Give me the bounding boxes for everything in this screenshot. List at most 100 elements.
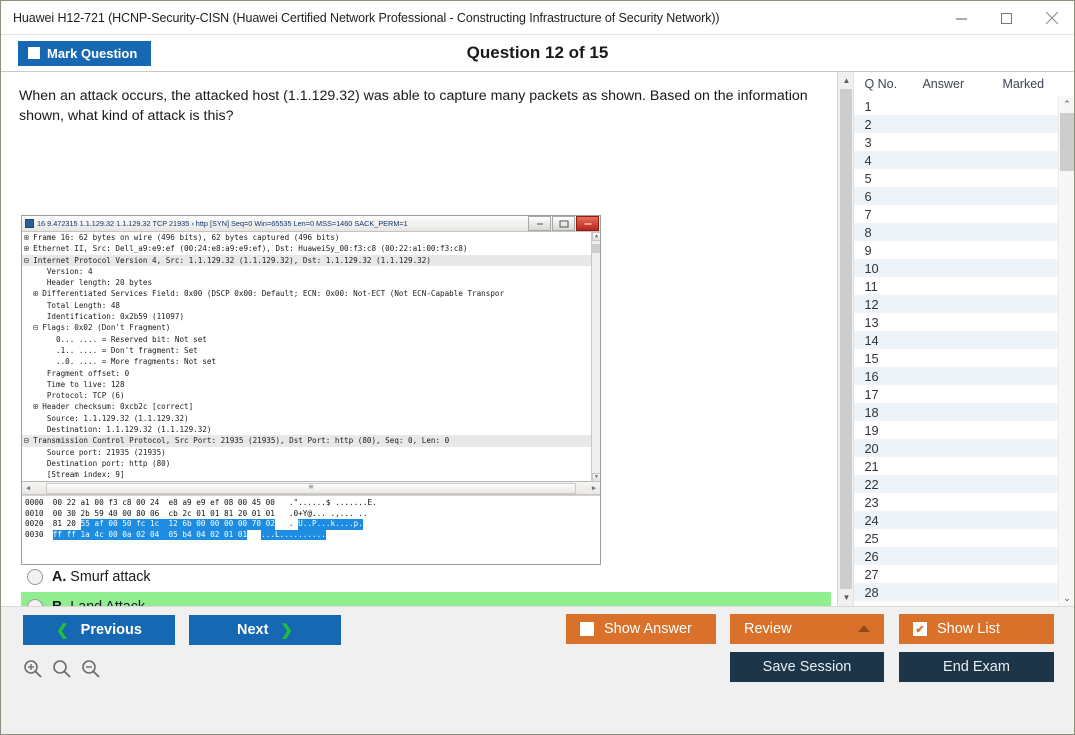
question-list-row[interactable]: 20 bbox=[854, 439, 1058, 457]
question-number: 6 bbox=[864, 189, 918, 204]
question-number: 10 bbox=[864, 261, 918, 276]
question-list-header: Q No. Answer Marked bbox=[854, 72, 1074, 96]
question-list-row[interactable]: 26 bbox=[854, 547, 1058, 565]
question-list-row[interactable]: 13 bbox=[854, 313, 1058, 331]
question-number: 18 bbox=[864, 405, 918, 420]
show-answer-checkbox-icon[interactable] bbox=[580, 622, 594, 636]
question-pane: When an attack occurs, the attacked host… bbox=[1, 72, 837, 606]
scroll-down-icon: ▼ bbox=[592, 473, 601, 482]
save-session-label: Save Session bbox=[763, 659, 852, 675]
body-area: When an attack occurs, the attacked host… bbox=[1, 72, 1074, 606]
hex-segment: . bbox=[289, 519, 298, 530]
question-list-row[interactable]: 16 bbox=[854, 367, 1058, 385]
hex-dump-row: 0000 00 22 a1 00 f3 c8 00 24 e8 a9 e9 ef… bbox=[25, 498, 600, 509]
answer-option-b[interactable]: B. Land Attack bbox=[21, 592, 831, 606]
end-exam-button[interactable]: End Exam bbox=[899, 652, 1054, 682]
wireshark-app-icon bbox=[25, 219, 34, 228]
zoom-in-icon[interactable] bbox=[23, 659, 43, 684]
save-session-button[interactable]: Save Session bbox=[730, 652, 884, 682]
answer-option-text: Smurf attack bbox=[70, 569, 150, 585]
answer-radio-icon[interactable] bbox=[27, 569, 43, 585]
list-scroll-up-icon[interactable]: ⌃ bbox=[1059, 96, 1074, 112]
question-list-row[interactable]: 5 bbox=[854, 169, 1058, 187]
list-scroll-down-icon[interactable]: ⌄ bbox=[1059, 590, 1074, 606]
question-list-row[interactable]: 28 bbox=[854, 583, 1058, 601]
wireshark-horizontal-scrollbar: ◀ ▶ bbox=[22, 482, 600, 495]
hex-dump-row: 0030 ff ff 1a 4c 00 0a 02 04 05 b4 04 02… bbox=[25, 530, 600, 541]
scroll-thumb bbox=[592, 244, 601, 253]
column-header-marked: Marked bbox=[1002, 77, 1072, 91]
question-number: 17 bbox=[864, 387, 918, 402]
wireshark-window-controls bbox=[527, 216, 599, 231]
packet-detail-line: ⊞ Differentiated Services Field: 0x00 (D… bbox=[22, 288, 600, 299]
question-list-row[interactable]: 27 bbox=[854, 565, 1058, 583]
hex-segment: 00 30 2b 59 40 00 80 06 cb 2c 01 01 81 2… bbox=[53, 509, 275, 520]
question-list-row[interactable]: 6 bbox=[854, 187, 1058, 205]
packet-detail-line: Protocol: TCP (6) bbox=[22, 390, 600, 401]
show-list-label: Show List bbox=[937, 621, 1000, 637]
wireshark-hex-dump: 0000 00 22 a1 00 f3 c8 00 24 e8 a9 e9 ef… bbox=[22, 495, 600, 564]
question-list-row[interactable]: 11 bbox=[854, 277, 1058, 295]
wireshark-capture-image: 16 9.472315 1.1.129.32 1.1.129.32 TCP 21… bbox=[21, 215, 601, 565]
question-number: 11 bbox=[864, 279, 918, 294]
question-list-row[interactable]: 19 bbox=[854, 421, 1058, 439]
show-answer-button[interactable]: Show Answer bbox=[566, 614, 716, 644]
question-list-row[interactable]: 1 bbox=[854, 97, 1058, 115]
mark-question-checkbox-icon[interactable] bbox=[28, 47, 40, 59]
show-list-button[interactable]: ✔ Show List bbox=[899, 614, 1054, 644]
question-list-row[interactable]: 24 bbox=[854, 511, 1058, 529]
maximize-icon[interactable] bbox=[984, 1, 1029, 35]
minimize-icon[interactable] bbox=[939, 1, 984, 35]
pane-scroll-up-icon[interactable]: ▲ bbox=[838, 72, 854, 89]
previous-label: Previous bbox=[81, 622, 142, 638]
question-list-row[interactable]: 7 bbox=[854, 205, 1058, 223]
pane-scroll-thumb[interactable] bbox=[840, 89, 852, 589]
question-list-row[interactable]: 10 bbox=[854, 259, 1058, 277]
wireshark-minimize-icon bbox=[528, 216, 551, 231]
column-header-q-no: Q No. bbox=[864, 77, 922, 91]
question-number: 26 bbox=[864, 549, 918, 564]
list-scroll-thumb[interactable] bbox=[1060, 113, 1074, 171]
header-bar: Mark Question Question 12 of 15 bbox=[1, 35, 1074, 72]
question-list-row[interactable]: 15 bbox=[854, 349, 1058, 367]
packet-detail-line: Time to live: 128 bbox=[22, 379, 600, 390]
question-number: 13 bbox=[864, 315, 918, 330]
zoom-out-icon[interactable] bbox=[81, 659, 101, 684]
close-icon[interactable] bbox=[1029, 1, 1074, 35]
question-list-row[interactable]: 22 bbox=[854, 475, 1058, 493]
scroll-left-icon: ◀ bbox=[22, 484, 34, 492]
pane-scroll-down-icon[interactable]: ▼ bbox=[838, 589, 854, 606]
question-list-body: 1234567891011121314151617181920212223242… bbox=[854, 96, 1058, 606]
wireshark-maximize-icon bbox=[552, 216, 575, 231]
question-list-row[interactable]: 21 bbox=[854, 457, 1058, 475]
question-list-row[interactable]: 12 bbox=[854, 295, 1058, 313]
previous-button[interactable]: ❮ Previous bbox=[23, 615, 175, 645]
packet-detail-line: Fragment offset: 0 bbox=[22, 368, 600, 379]
packet-detail-line: ⊞ Ethernet II, Src: Dell_a9:e9:ef (00:24… bbox=[22, 243, 600, 254]
question-list-row[interactable]: 17 bbox=[854, 385, 1058, 403]
answer-option-letter: A. bbox=[52, 569, 66, 585]
review-label: Review bbox=[744, 621, 792, 637]
mark-question-button[interactable]: Mark Question bbox=[18, 41, 151, 66]
question-list-row[interactable]: 23 bbox=[854, 493, 1058, 511]
zoom-controls bbox=[23, 659, 101, 684]
question-list-scrollbar[interactable]: ⌃ ⌄ bbox=[1058, 96, 1074, 606]
question-list-row[interactable]: 2 bbox=[854, 115, 1058, 133]
question-list-pane: ▲ ▼ Q No. Answer Marked 1234567891011121… bbox=[837, 72, 1074, 606]
review-dropdown-button[interactable]: Review bbox=[730, 614, 884, 644]
answer-radio-icon[interactable] bbox=[27, 599, 43, 606]
question-list-row[interactable]: 9 bbox=[854, 241, 1058, 259]
question-list-row[interactable]: 3 bbox=[854, 133, 1058, 151]
column-header-answer: Answer bbox=[922, 77, 1002, 91]
question-list-row[interactable]: 14 bbox=[854, 331, 1058, 349]
wireshark-title-bar: 16 9.472315 1.1.129.32 1.1.129.32 TCP 21… bbox=[22, 216, 600, 232]
question-list-row[interactable]: 4 bbox=[854, 151, 1058, 169]
zoom-reset-icon[interactable] bbox=[52, 659, 72, 684]
question-list-row[interactable]: 18 bbox=[854, 403, 1058, 421]
pane-scrollbar[interactable]: ▲ ▼ bbox=[838, 72, 854, 606]
question-list-row[interactable]: 25 bbox=[854, 529, 1058, 547]
next-button[interactable]: Next ❯ bbox=[189, 615, 341, 645]
question-list-row[interactable]: 8 bbox=[854, 223, 1058, 241]
answer-option-a[interactable]: A. Smurf attack bbox=[21, 562, 831, 592]
show-list-checkbox-icon[interactable]: ✔ bbox=[913, 622, 927, 636]
